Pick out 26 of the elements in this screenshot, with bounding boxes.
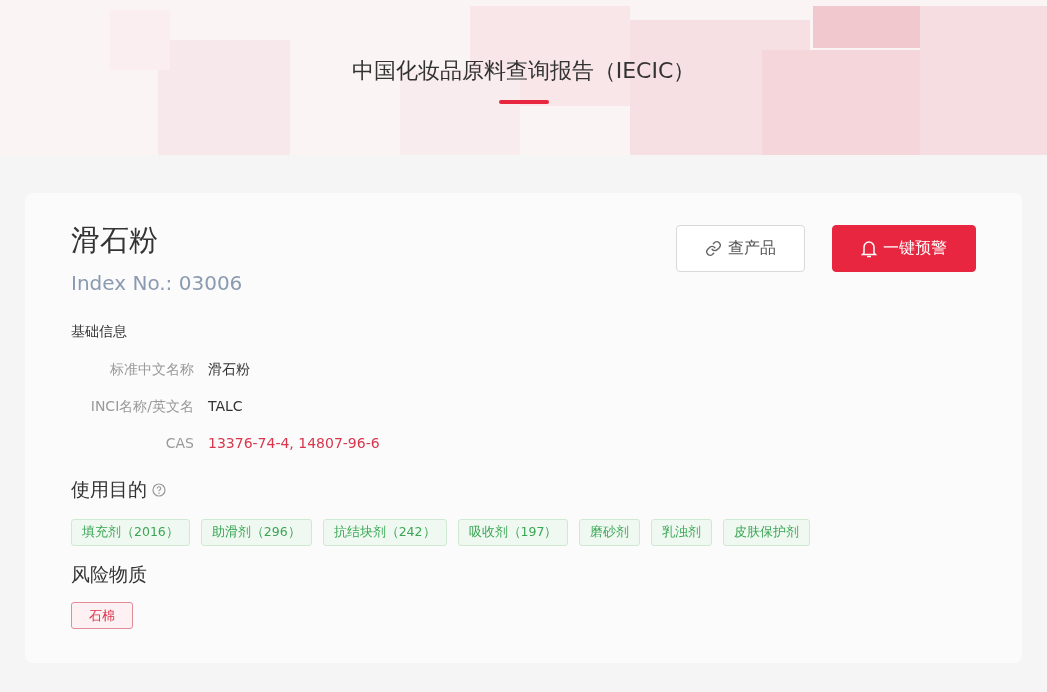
field-label: INCI名称/英文名 [89, 398, 194, 416]
purpose-tag: 皮肤保护剂 [723, 519, 811, 546]
help-icon[interactable] [152, 483, 166, 497]
title-underline [498, 100, 549, 104]
cas-link[interactable]: 13376-74-4, 14807-96-6 [208, 435, 976, 451]
section-heading: 基础信息 [71, 323, 128, 341]
alert-button[interactable]: 一键预警 [832, 225, 976, 272]
link-icon [705, 240, 722, 257]
field-value: TALC [208, 398, 244, 416]
purpose-tag: 乳浊剂 [651, 519, 713, 546]
ingredient-name: 滑石粉 [71, 222, 159, 259]
purpose-tag: 抗结块剂（242） [322, 519, 447, 546]
purpose-tag: 吸收剂（197） [457, 519, 569, 546]
page-title: 中国化妆品原料查询报告（IECIC） [351, 57, 696, 85]
section-heading: 风险物质 [71, 562, 147, 587]
field-label: 标准中文名称 [109, 361, 194, 379]
purpose-tag: 助滑剂（296） [200, 519, 312, 546]
index-number: Index No.: 03006 [71, 271, 243, 295]
risk-tag: 石棉 [71, 602, 133, 629]
field-value: 滑石粉 [208, 361, 251, 379]
purpose-tag: 磨砂剂 [579, 519, 641, 546]
field-label: CAS [164, 435, 194, 451]
purpose-tag: 填充剂（2016） [71, 519, 190, 546]
section-heading: 使用目的 [71, 477, 147, 502]
bell-icon [861, 239, 877, 258]
products-button[interactable]: 查产品 [676, 225, 805, 272]
